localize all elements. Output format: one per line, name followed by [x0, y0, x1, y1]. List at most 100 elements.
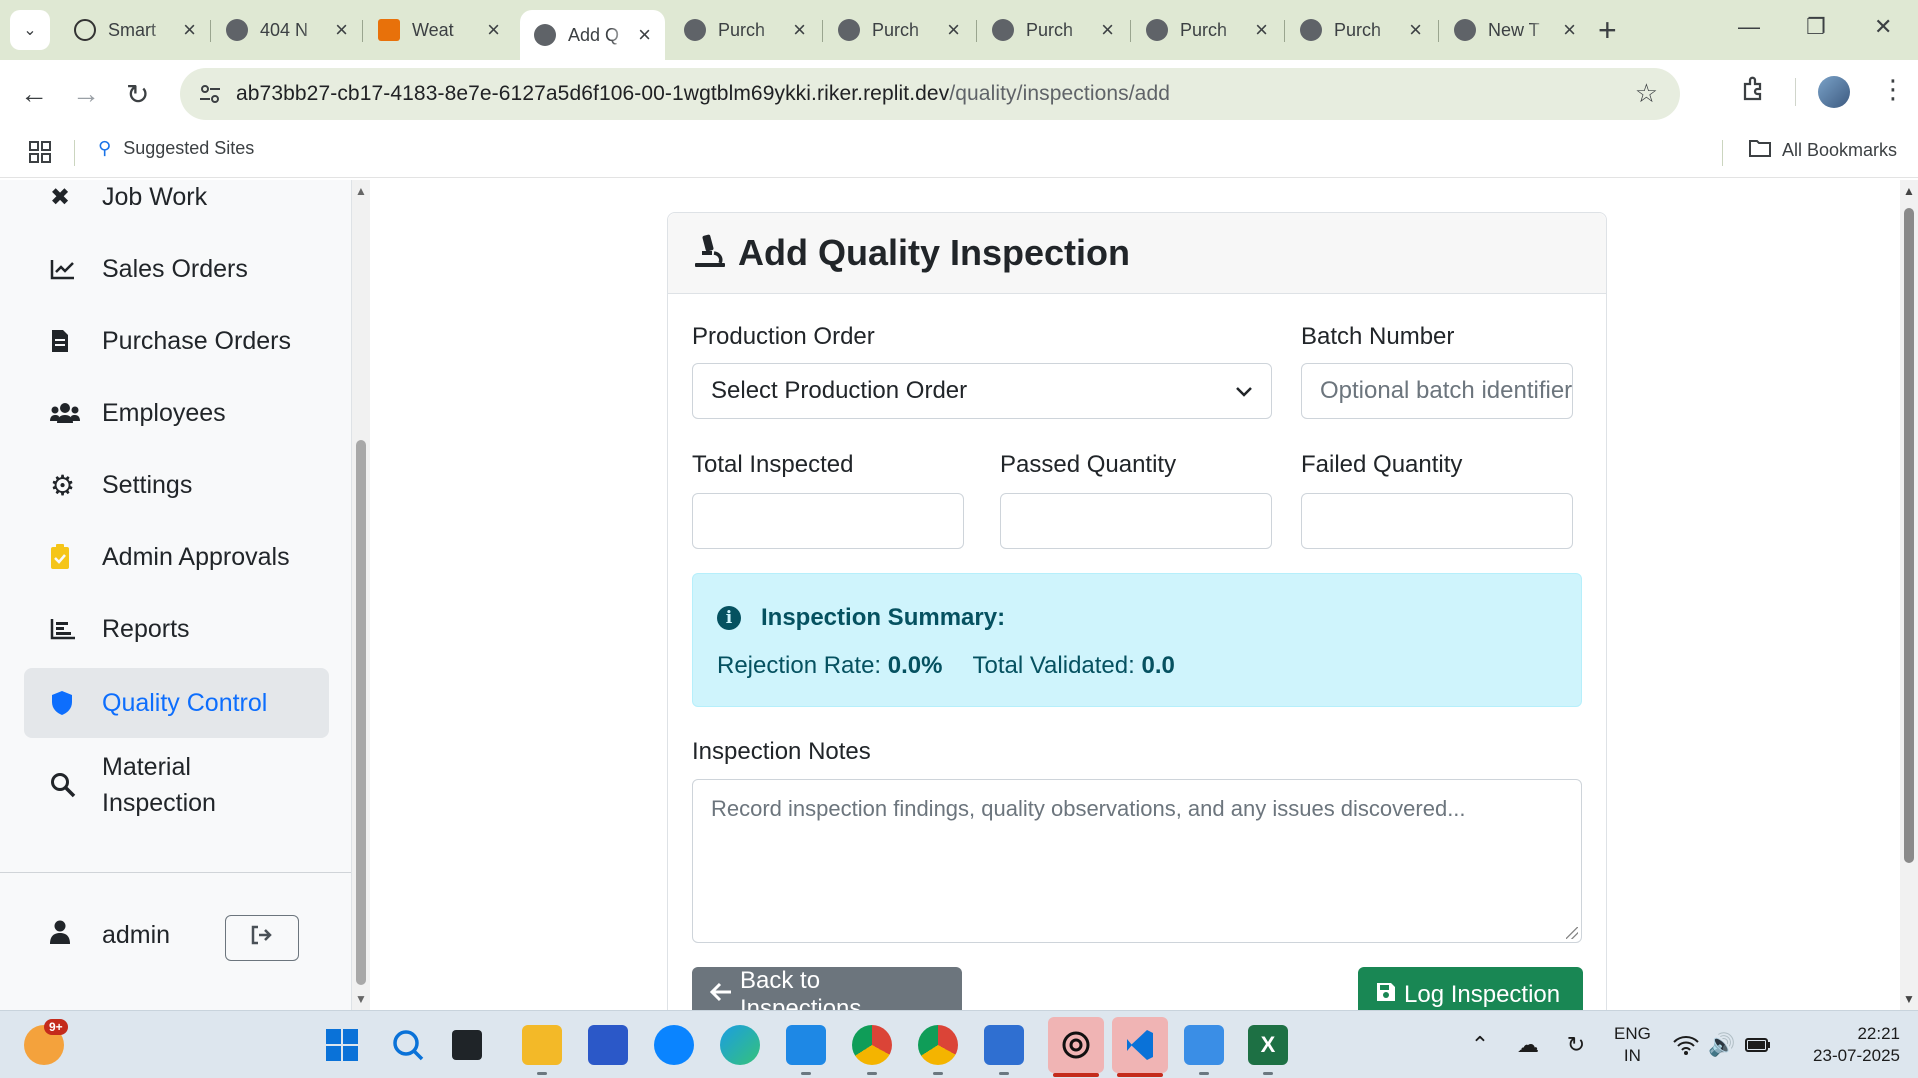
tab-title: Purch — [718, 19, 766, 40]
excel-glyph: X — [1260, 1032, 1276, 1057]
close-tab-icon[interactable]: × — [638, 22, 651, 48]
file-explorer-icon[interactable] — [522, 1025, 562, 1065]
chart-line-icon — [24, 258, 102, 280]
browser-toolbar: ← → ↻ ab73bb27-cb17-4183-8e7e-6127a5d6f1… — [0, 60, 1918, 130]
close-tab-icon[interactable]: × — [1255, 17, 1268, 43]
sidebar-item-settings[interactable]: ⚙ Settings — [24, 450, 329, 520]
back-arrow-icon[interactable]: ← — [20, 78, 48, 110]
sidebar-item-label: Settings — [102, 470, 193, 499]
task-view-icon[interactable] — [452, 1030, 482, 1060]
sidebar-item-purchase-orders[interactable]: Purchase Orders — [24, 306, 329, 376]
chevron-up-icon[interactable]: ⌃ — [1460, 1025, 1500, 1065]
sidebar-item-employees[interactable]: Employees — [24, 378, 329, 448]
clock-time: 22:21 — [1857, 1024, 1900, 1043]
volume-icon[interactable]: 🔊 — [1706, 1025, 1738, 1065]
bookmark-star-icon[interactable]: ☆ — [1635, 78, 1658, 109]
browser-tab[interactable]: New T × — [1440, 10, 1590, 50]
browser-tab[interactable]: Purch × — [1286, 10, 1436, 50]
browser-tab[interactable]: Purch × — [1132, 10, 1282, 50]
excel-icon[interactable]: X — [1248, 1025, 1288, 1065]
battery-icon[interactable] — [1742, 1025, 1774, 1065]
chrome-icon[interactable] — [852, 1025, 892, 1065]
kebab-menu-icon[interactable]: ⋮ — [1880, 74, 1906, 105]
close-tab-icon[interactable]: × — [183, 17, 196, 43]
app-icon[interactable] — [786, 1025, 826, 1065]
search-icon — [24, 772, 102, 798]
main-scrollbar[interactable]: ▲ ▼ — [1900, 180, 1918, 1010]
close-tab-icon[interactable]: × — [487, 17, 500, 43]
vscode-icon[interactable] — [1112, 1017, 1168, 1073]
alexa-icon[interactable] — [654, 1025, 694, 1065]
batch-number-input[interactable]: Optional batch identifier — [1301, 363, 1573, 419]
browser-tab[interactable]: Smart × — [60, 10, 210, 50]
search-icon[interactable] — [388, 1025, 428, 1065]
total-inspected-input[interactable] — [692, 493, 964, 549]
scrollbar-thumb[interactable] — [356, 440, 366, 985]
passed-quantity-input[interactable] — [1000, 493, 1272, 549]
resize-handle-icon[interactable] — [1566, 927, 1578, 939]
sidebar-item-sales-orders[interactable]: Sales Orders — [24, 234, 329, 304]
apps-grid-icon[interactable] — [28, 140, 52, 169]
close-tab-icon[interactable]: × — [1563, 17, 1576, 43]
browser-tab[interactable]: Purch × — [978, 10, 1128, 50]
scroll-down-icon[interactable]: ▼ — [355, 992, 367, 1006]
system-clock[interactable]: 22:21 23-07-2025 — [1790, 1023, 1900, 1067]
sidebar-item-quality-control[interactable]: Quality Control — [24, 668, 329, 738]
edge-browser-icon[interactable] — [720, 1025, 760, 1065]
inspection-notes-label: Inspection Notes — [692, 738, 871, 765]
browser-tab[interactable]: Weat × — [364, 10, 514, 50]
suggested-sites-bookmark[interactable]: ⚲ Suggested Sites — [98, 138, 254, 159]
input-language[interactable]: ENG IN — [1614, 1023, 1651, 1067]
tools-icon: ✖ — [50, 183, 71, 211]
close-tab-icon[interactable]: × — [793, 17, 806, 43]
address-bar[interactable]: ab73bb27-cb17-4183-8e7e-6127a5d6f106-00-… — [180, 68, 1680, 120]
profile-avatar[interactable] — [1818, 76, 1850, 108]
browser-tab[interactable]: Purch × — [824, 10, 974, 50]
scrollbar-thumb[interactable] — [1904, 208, 1914, 863]
bookmarks-bar: ⚲ Suggested Sites All Bookmarks — [0, 130, 1918, 178]
globe-favicon-icon — [684, 19, 706, 41]
sidebar-item-admin-approvals[interactable]: Admin Approvals — [24, 522, 329, 592]
back-to-inspections-button[interactable]: Back to Inspections — [692, 967, 962, 1010]
sidebar-item-job-work[interactable]: ✖ Job Work — [24, 180, 329, 232]
close-tab-icon[interactable]: × — [947, 17, 960, 43]
onedrive-icon[interactable]: ☁ — [1508, 1025, 1548, 1065]
lang-code: ENG — [1614, 1024, 1651, 1043]
scroll-down-icon[interactable]: ▼ — [1903, 992, 1915, 1006]
log-inspection-button[interactable]: Log Inspection — [1358, 967, 1583, 1010]
scroll-up-icon[interactable]: ▲ — [1903, 184, 1915, 198]
tab-search-button[interactable]: ⌄ — [10, 10, 50, 50]
close-window-icon[interactable]: ✕ — [1874, 14, 1892, 40]
microsoft-store-icon[interactable] — [588, 1025, 628, 1065]
extensions-icon[interactable] — [1740, 74, 1770, 111]
inspection-notes-textarea[interactable]: Record inspection findings, quality obse… — [692, 779, 1582, 943]
forward-arrow-icon[interactable]: → — [72, 78, 100, 110]
photos-icon[interactable] — [984, 1025, 1024, 1065]
minimize-icon[interactable]: — — [1738, 14, 1760, 40]
logout-button[interactable] — [225, 915, 299, 961]
sidebar-item-reports[interactable]: Reports — [24, 594, 329, 664]
sidebar-scrollbar[interactable]: ▲ ▼ — [352, 180, 370, 1010]
scroll-up-icon[interactable]: ▲ — [355, 184, 367, 198]
restore-icon[interactable]: ❐ — [1806, 14, 1826, 40]
sync-icon[interactable]: ↻ — [1556, 1025, 1596, 1065]
production-order-select[interactable]: Select Production Order — [692, 363, 1272, 419]
windows-start-icon[interactable] — [322, 1025, 362, 1065]
browser-tab-active[interactable]: Add Q × — [520, 10, 665, 60]
reload-icon[interactable]: ↻ — [126, 78, 149, 111]
sidebar-item-material-inspection[interactable]: Material Inspection — [24, 740, 329, 830]
browser-tab[interactable]: Purch × — [670, 10, 820, 50]
site-info-icon[interactable] — [198, 82, 222, 111]
chatgpt-icon[interactable] — [1048, 1017, 1104, 1073]
failed-quantity-input[interactable] — [1301, 493, 1573, 549]
close-tab-icon[interactable]: × — [1409, 17, 1422, 43]
all-bookmarks-button[interactable]: All Bookmarks — [1748, 138, 1897, 163]
chrome-profile-icon[interactable] — [918, 1025, 958, 1065]
new-tab-button[interactable]: + — [1598, 12, 1617, 49]
wifi-icon[interactable] — [1670, 1025, 1702, 1065]
browser-tab[interactable]: 404 N × — [212, 10, 362, 50]
notepad-icon[interactable] — [1184, 1025, 1224, 1065]
close-tab-icon[interactable]: × — [335, 17, 348, 43]
sidebar-item-label: Reports — [102, 614, 190, 643]
close-tab-icon[interactable]: × — [1101, 17, 1114, 43]
